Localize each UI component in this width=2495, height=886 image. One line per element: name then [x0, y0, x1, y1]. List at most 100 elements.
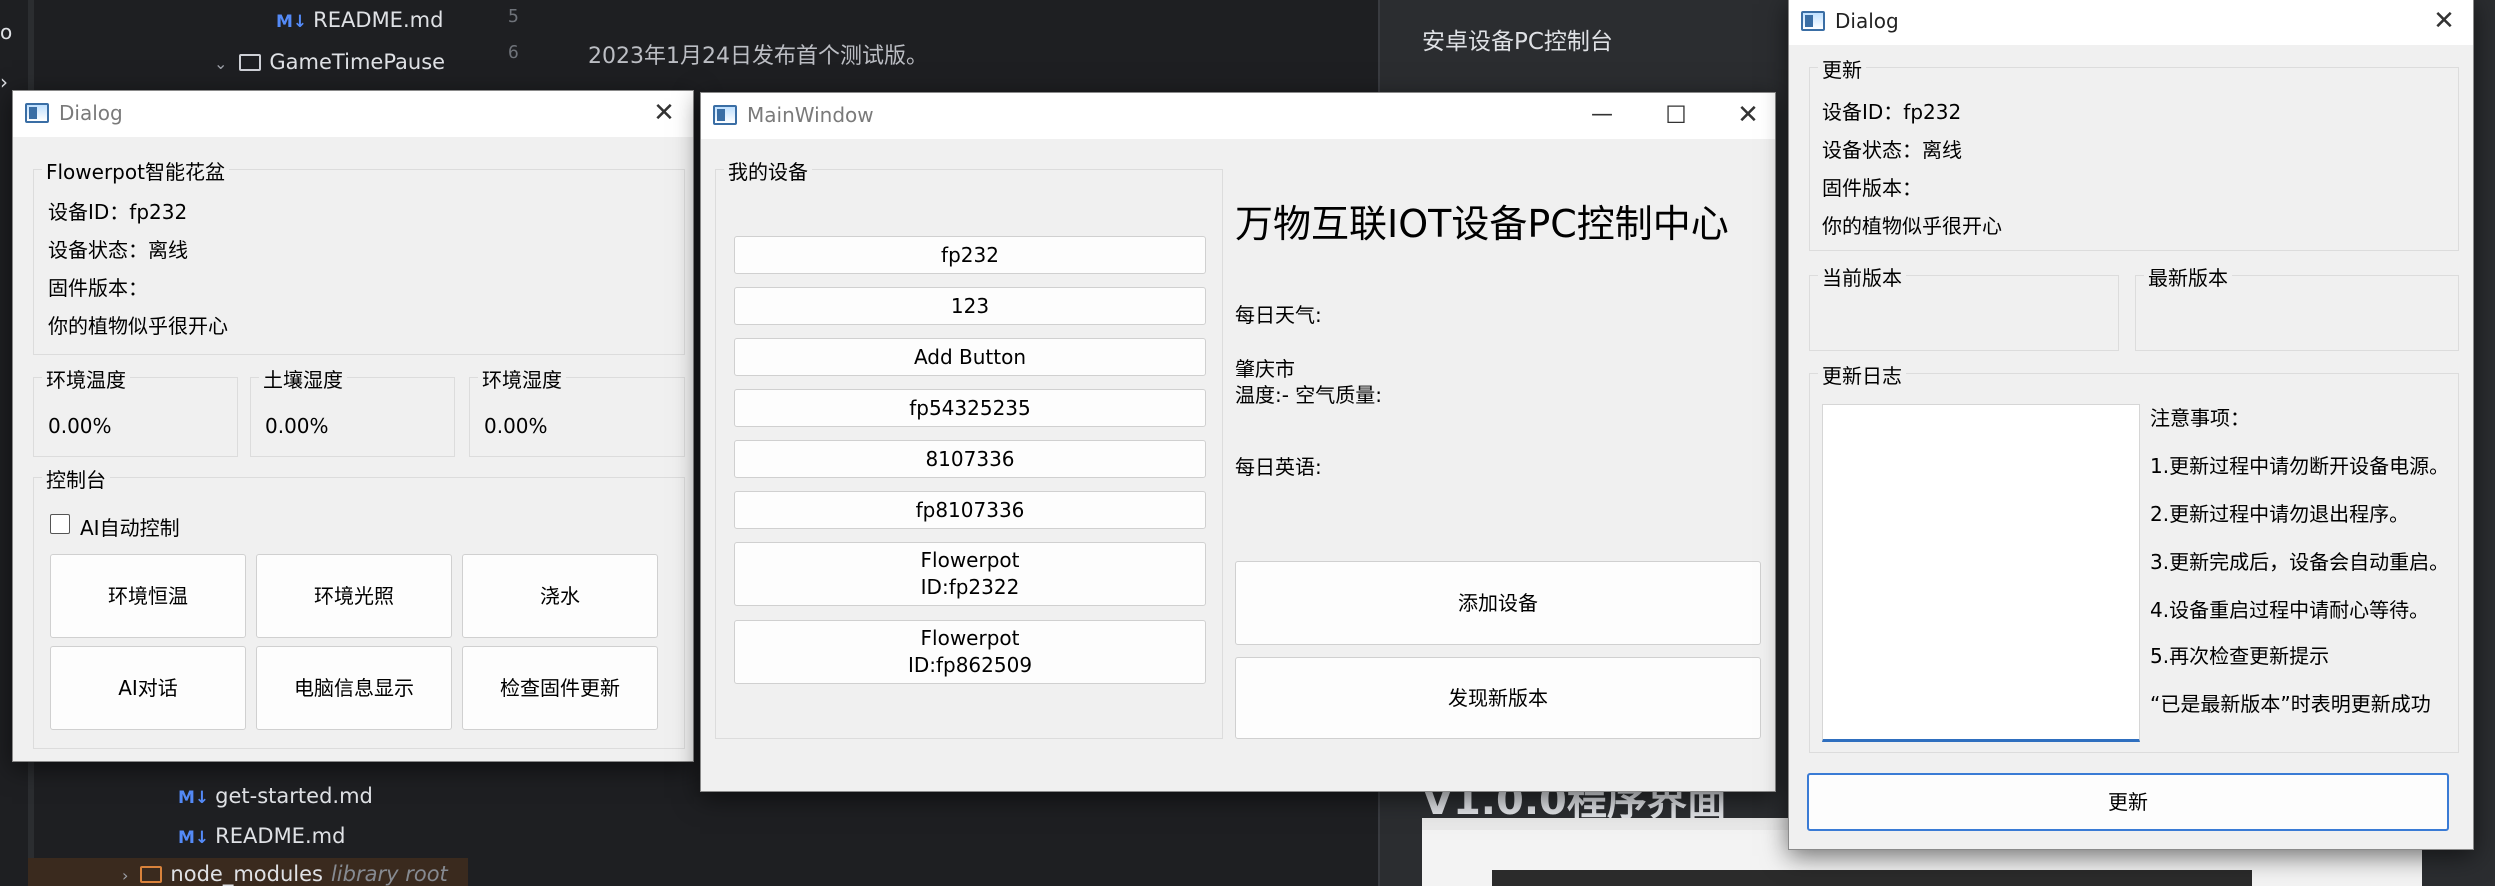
close-button[interactable]: ✕ — [641, 95, 687, 133]
watering-button[interactable]: 浇水 — [462, 554, 658, 638]
ide-side-glyph: o — [0, 20, 13, 44]
note-line: “已是最新版本”时表明更新成功 — [2150, 692, 2431, 716]
env-temp-group: 环境温度 0.00% — [33, 364, 238, 457]
device-button[interactable]: 123 — [734, 287, 1206, 325]
close-button[interactable]: ✕ — [2421, 3, 2467, 41]
code-line: 2023年1月24日发布首个测试版。 — [588, 44, 928, 69]
dialog-title: Dialog — [1835, 9, 1899, 33]
note-line: 1.更新过程中请勿断开设备电源。 — [2150, 454, 2450, 478]
app-icon — [25, 103, 49, 123]
app-icon — [1801, 11, 1825, 31]
flowerpot-dialog: Dialog ✕ Flowerpot智能花盆 设备ID：fp232 设备状态：离… — [12, 90, 694, 762]
update-info-group: 更新 设备ID：fp232 设备状态：离线 固件版本： 你的植物似乎很开心 — [1809, 54, 2459, 251]
note-line: 3.更新完成后，设备会自动重启。 — [2150, 550, 2450, 574]
ai-chat-button[interactable]: AI对话 — [50, 646, 246, 730]
group-title: 更新日志 — [1818, 360, 1906, 389]
firmware-label: 固件版本： — [1822, 176, 1922, 200]
chevron-down-icon[interactable]: ⌄ — [214, 54, 227, 73]
line-number: 5 — [508, 6, 519, 27]
firmware-label: 固件版本： — [48, 276, 148, 300]
group-title: Flowerpot智能花盆 — [42, 156, 229, 185]
new-version-button[interactable]: 发现新版本 — [1235, 657, 1761, 739]
dialog-titlebar[interactable]: Dialog ✕ — [1789, 0, 2473, 45]
add-device-list-button[interactable]: Add Button — [734, 338, 1206, 376]
env-humidity-group: 环境湿度 0.00% — [469, 364, 685, 457]
device-id-label: 设备ID：fp232 — [1822, 100, 1962, 124]
ai-auto-control-checkbox[interactable] — [50, 514, 70, 534]
app-icon — [713, 105, 737, 125]
dialog-titlebar[interactable]: Dialog ✕ — [13, 91, 693, 137]
group-title: 当前版本 — [1818, 262, 1906, 291]
tree-item-readme[interactable]: M↓ README.md — [276, 8, 443, 32]
soil-humidity-group: 土壤湿度 0.00% — [250, 364, 455, 457]
pc-info-button[interactable]: 电脑信息显示 — [256, 646, 452, 730]
markdown-icon: M↓ — [276, 12, 308, 32]
main-heading: 万物互联IOT设备PC控制中心 — [1235, 202, 1729, 246]
update-button[interactable]: 更新 — [1807, 773, 2449, 831]
screenshot-taskbar — [1492, 870, 2252, 886]
markdown-icon: M↓ — [178, 788, 210, 808]
plant-mood-label: 你的植物似乎很开心 — [48, 314, 228, 338]
note-line: 4.设备重启过程中请耐心等待。 — [2150, 598, 2430, 622]
changelog-group: 更新日志 注意事项： 1.更新过程中请勿断开设备电源。 2.更新过程中请勿退出程… — [1809, 360, 2459, 753]
notes-heading: 注意事项： — [2150, 406, 2250, 430]
device-button[interactable]: fp232 — [734, 236, 1206, 274]
main-window: MainWindow — ☐ ✕ 我的设备 fp232 123 Add Butt… — [700, 92, 1776, 792]
group-title: 环境温度 — [42, 364, 130, 393]
ide-side-glyph: › — [0, 70, 8, 94]
maximize-button[interactable]: ☐ — [1653, 97, 1699, 135]
my-devices-group: 我的设备 fp232 123 Add Button fp54325235 810… — [715, 156, 1223, 739]
group-title: 我的设备 — [724, 156, 812, 185]
city-label: 肇庆市 — [1235, 357, 1295, 381]
daily-english-label: 每日英语: — [1235, 455, 1322, 479]
flowerpot-device-button[interactable]: Flowerpot ID:fp862509 — [734, 620, 1206, 684]
ai-auto-control-label[interactable]: AI自动控制 — [80, 512, 180, 541]
plant-mood-label: 你的植物似乎很开心 — [1822, 214, 2002, 238]
window-title: MainWindow — [747, 103, 874, 127]
markdown-icon: M↓ — [178, 828, 210, 848]
check-firmware-update-button[interactable]: 检查固件更新 — [462, 646, 658, 730]
env-temp-value: 0.00% — [48, 414, 112, 438]
update-dialog: Dialog ✕ 更新 设备ID：fp232 设备状态：离线 固件版本： 你的植… — [1788, 0, 2474, 850]
window-titlebar[interactable]: MainWindow — ☐ ✕ — [701, 93, 1775, 139]
current-version-group: 当前版本 — [1809, 262, 2119, 351]
changelog-textarea[interactable] — [1822, 404, 2140, 742]
tree-item-node-modules[interactable]: › node_modules library root — [122, 862, 448, 886]
latest-version-group: 最新版本 — [2135, 262, 2459, 351]
folder-icon — [140, 866, 163, 883]
soil-humidity-value: 0.00% — [265, 414, 329, 438]
flowerpot-device-button[interactable]: Flowerpot ID:fp2322 — [734, 542, 1206, 606]
preview-title: 安卓设备PC控制台 — [1422, 29, 1613, 55]
constant-temp-button[interactable]: 环境恒温 — [50, 554, 246, 638]
device-button[interactable]: fp8107336 — [734, 491, 1206, 529]
note-line: 2.更新过程中请勿退出程序。 — [2150, 502, 2410, 526]
note-line: 5.再次检查更新提示 — [2150, 644, 2330, 668]
lighting-button[interactable]: 环境光照 — [256, 554, 452, 638]
device-status-label: 设备状态：离线 — [1822, 138, 1962, 162]
group-title: 更新 — [1818, 54, 1866, 83]
group-title: 控制台 — [42, 464, 110, 493]
temp-air-quality-label: 温度:- 空气质量: — [1235, 383, 1383, 407]
device-info-group: Flowerpot智能花盆 设备ID：fp232 设备状态：离线 固件版本： 你… — [33, 156, 685, 355]
group-title: 最新版本 — [2144, 262, 2232, 291]
tree-item-readme[interactable]: M↓ README.md — [178, 824, 345, 848]
group-title: 土壤湿度 — [259, 364, 347, 393]
device-button[interactable]: 8107336 — [734, 440, 1206, 478]
device-status-label: 设备状态：离线 — [48, 238, 188, 262]
line-number: 6 — [508, 42, 519, 63]
daily-weather-label: 每日天气: — [1235, 303, 1322, 327]
close-button[interactable]: ✕ — [1725, 97, 1771, 135]
env-humidity-value: 0.00% — [484, 414, 548, 438]
minimize-button[interactable]: — — [1579, 97, 1625, 135]
tree-item-get-started[interactable]: M↓ get-started.md — [178, 784, 373, 808]
device-id-label: 设备ID：fp232 — [48, 200, 188, 224]
dialog-title: Dialog — [59, 101, 123, 125]
group-title: 环境湿度 — [478, 364, 566, 393]
folder-icon — [239, 54, 262, 71]
chevron-right-icon[interactable]: › — [122, 866, 128, 885]
add-device-button[interactable]: 添加设备 — [1235, 561, 1761, 645]
console-group: 控制台 AI自动控制 环境恒温 环境光照 浇水 AI对话 电脑信息显示 检查固件… — [33, 464, 685, 749]
dialog-body: Flowerpot智能花盆 设备ID：fp232 设备状态：离线 固件版本： 你… — [13, 137, 693, 761]
tree-item-gametimepause[interactable]: ⌄ GameTimePause — [214, 50, 445, 74]
device-button[interactable]: fp54325235 — [734, 389, 1206, 427]
